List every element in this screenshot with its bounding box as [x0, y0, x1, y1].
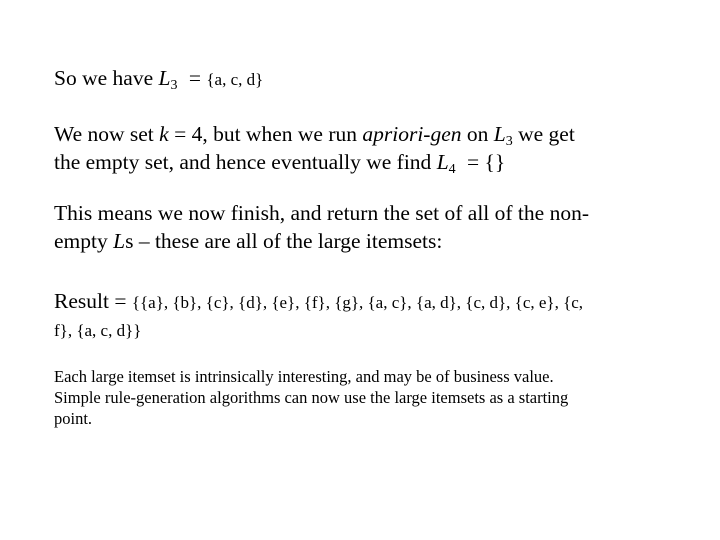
text: So we have	[54, 66, 159, 90]
line: We now set k = 4, but when we run aprior…	[54, 120, 575, 149]
text: = {}	[461, 150, 506, 174]
line: Result = {{a}, {b}, {c}, {d}, {e}, {f}, …	[54, 287, 583, 317]
variable-l: L	[436, 150, 449, 174]
subscript: 3	[170, 78, 178, 93]
subscript: 3	[505, 134, 513, 149]
variable-l: L	[113, 229, 126, 253]
paragraph-k4: We now set k = 4, but when we run aprior…	[54, 120, 575, 177]
text: on	[461, 122, 494, 146]
line: Simple rule-generation algorithms can no…	[54, 388, 569, 407]
line: point.	[54, 409, 93, 428]
text: = 4, but when we run	[168, 122, 363, 146]
text: we get	[512, 122, 575, 146]
paragraph-result: Result = {{a}, {b}, {c}, {d}, {e}, {f}, …	[54, 287, 583, 345]
paragraph-finish: This means we now finish, and return the…	[54, 199, 589, 255]
subscript: 4	[448, 162, 456, 177]
text: We now set	[54, 122, 160, 146]
line: Each large itemset is intrinsically inte…	[54, 367, 554, 386]
result-label: Result =	[54, 289, 132, 313]
slide: So we have L3 = {a, c, d} We now set k =…	[0, 0, 720, 540]
variable-k: k	[159, 122, 169, 146]
variable-l: L	[493, 122, 506, 146]
result-set: {{a}, {b}, {c}, {d}, {e}, {f}, {g}, {a, …	[131, 293, 584, 312]
text: the empty set, and hence eventually we f…	[54, 150, 437, 174]
result-set-continued: f}, {a, c, d}}	[54, 321, 142, 340]
set-value: {a, c, d}	[206, 70, 264, 89]
function-name: apriori-gen	[362, 122, 462, 146]
line: This means we now finish, and return the…	[54, 201, 589, 225]
equals: =	[183, 66, 207, 90]
text: empty	[54, 229, 114, 253]
paragraph-conclusion: Each large itemset is intrinsically inte…	[54, 366, 568, 429]
variable-l: L	[158, 66, 171, 90]
text: s – these are all of the large itemsets:	[125, 229, 443, 253]
paragraph-l3-definition: So we have L3 = {a, c, d}	[54, 64, 263, 94]
line: empty Ls – these are all of the large it…	[54, 227, 589, 255]
line: the empty set, and hence eventually we f…	[54, 148, 575, 177]
